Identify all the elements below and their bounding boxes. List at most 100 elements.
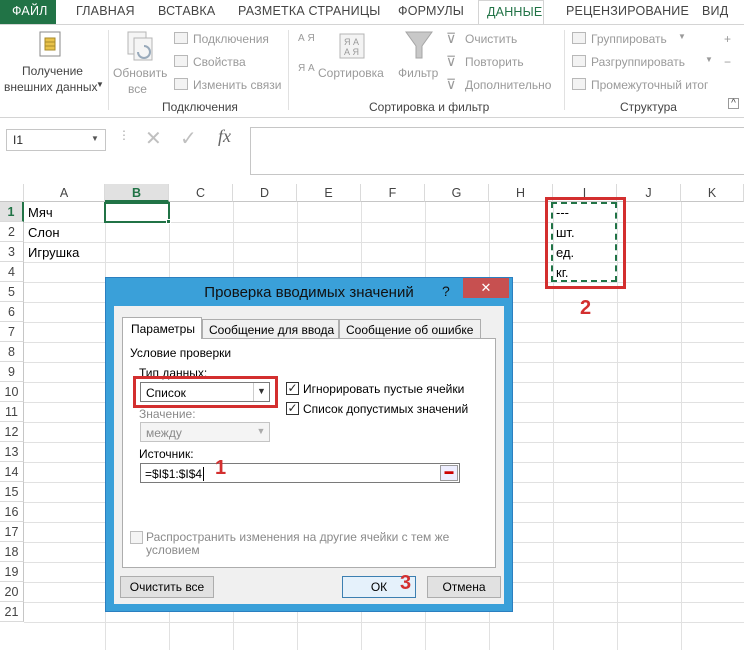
row-header[interactable]: 8 (0, 342, 24, 362)
edit-links-button[interactable]: Изменить связи (193, 78, 281, 92)
separator (564, 30, 565, 110)
value-select[interactable]: между ▼ (140, 422, 270, 442)
group-label-sort-filter: Сортировка и фильтр (369, 100, 490, 114)
filter-button[interactable]: Фильтр (398, 66, 438, 80)
row-header[interactable]: 18 (0, 542, 24, 562)
col-header[interactable]: H (489, 184, 553, 202)
apply-all-checkbox[interactable] (130, 531, 143, 544)
chevron-down-icon: ▼ (256, 426, 266, 436)
row-header[interactable]: 13 (0, 442, 24, 462)
chevron-down-icon: ▼ (705, 55, 713, 64)
connections-button[interactable]: Подключения (193, 32, 269, 46)
source-input-value: =$I$1:$I$4 (145, 467, 203, 481)
grid-line (24, 262, 744, 263)
clear-all-button[interactable]: Очистить все (120, 576, 214, 598)
tab-view[interactable]: ВИД (702, 4, 728, 18)
tab-insert[interactable]: ВСТАВКА (158, 4, 215, 18)
sort-dialog-icon: Я А А Я (339, 33, 365, 59)
insert-function-icon[interactable]: fx (218, 126, 231, 147)
col-header[interactable]: J (617, 184, 681, 202)
group-button[interactable]: Группировать (591, 32, 667, 46)
row-header[interactable]: 11 (0, 402, 24, 422)
close-button[interactable]: ✕ (463, 278, 509, 298)
row-header[interactable]: 12 (0, 422, 24, 442)
col-header[interactable]: A (24, 184, 105, 202)
annotation-3: 3 (400, 572, 412, 594)
select-all-corner[interactable] (0, 184, 24, 202)
row-header[interactable]: 14 (0, 462, 24, 482)
chevron-down-icon: ▼ (96, 80, 104, 89)
properties-button[interactable]: Свойства (193, 55, 246, 69)
tab-settings[interactable]: Параметры (122, 317, 202, 339)
row-header[interactable]: 16 (0, 502, 24, 522)
ungroup-button[interactable]: Разгруппировать (591, 55, 685, 69)
ignore-blank-label: Игнорировать пустые ячейки (303, 382, 465, 396)
edit-links-icon (174, 78, 188, 90)
in-cell-dropdown-label: Список допустимых значений (303, 402, 469, 416)
col-header[interactable]: C (169, 184, 233, 202)
row-header[interactable]: 10 (0, 382, 24, 402)
annotation-2: 2 (580, 297, 592, 319)
clear-button[interactable]: Очистить (465, 32, 517, 46)
row-header[interactable]: 2 (0, 222, 24, 242)
row-header[interactable]: 17 (0, 522, 24, 542)
sort-az-icon[interactable]: А Я (298, 34, 315, 44)
ignore-blank-checkbox[interactable]: ✓ (286, 382, 299, 395)
tab-input-message[interactable]: Сообщение для ввода (202, 319, 339, 339)
cancel-icon[interactable]: ✕ (145, 126, 162, 151)
group-label-outline: Структура (620, 100, 677, 114)
row-header[interactable]: 1 (0, 202, 24, 222)
sort-za-icon[interactable]: Я А (298, 64, 315, 74)
group-label-connections: Подключения (162, 100, 238, 114)
cancel-button[interactable]: Отмена (427, 576, 501, 598)
formula-input[interactable] (250, 127, 744, 175)
row-header[interactable]: 9 (0, 362, 24, 382)
enter-icon[interactable]: ✓ (180, 126, 197, 151)
subtotal-button[interactable]: Промежуточный итог (591, 78, 708, 92)
refresh-all-label2: все (128, 82, 147, 96)
cell-a3[interactable]: Игрушка (28, 245, 79, 260)
fill-handle[interactable] (166, 219, 171, 224)
tab-file[interactable]: ФАЙЛ (0, 0, 56, 24)
cell-a1[interactable]: Мяч (28, 205, 53, 220)
row-header[interactable]: 20 (0, 582, 24, 602)
sort-button[interactable]: Сортировка (318, 66, 384, 80)
properties-icon (174, 55, 188, 67)
row-header[interactable]: 15 (0, 482, 24, 502)
row-header[interactable]: 5 (0, 282, 24, 302)
col-header[interactable]: E (297, 184, 361, 202)
col-header[interactable]: K (681, 184, 744, 202)
tab-review[interactable]: РЕЦЕНЗИРОВАНИЕ (566, 4, 689, 18)
cell-a2[interactable]: Слон (28, 225, 60, 240)
dots-icon: ⋮ (118, 128, 130, 142)
row-header[interactable]: 6 (0, 302, 24, 322)
database-icon (39, 31, 61, 57)
show-detail-icon[interactable]: + (724, 32, 731, 46)
advanced-button[interactable]: Дополнительно (465, 78, 551, 92)
chevron-down-icon[interactable]: ▼ (91, 134, 99, 143)
group-icon (572, 32, 586, 44)
hide-detail-icon[interactable]: − (724, 55, 731, 69)
in-cell-dropdown-checkbox[interactable]: ✓ (286, 402, 299, 415)
selected-cell-b1[interactable] (104, 202, 170, 223)
col-header[interactable]: F (361, 184, 425, 202)
row-header[interactable]: 19 (0, 562, 24, 582)
tab-formulas[interactable]: ФОРМУЛЫ (398, 4, 464, 18)
help-button[interactable]: ? (442, 283, 450, 299)
tab-home[interactable]: ГЛАВНАЯ (76, 4, 135, 18)
row-header[interactable]: 4 (0, 262, 24, 282)
row-header[interactable]: 21 (0, 602, 24, 622)
tab-error-alert[interactable]: Сообщение об ошибке (339, 319, 481, 339)
source-input[interactable]: =$I$1:$I$4 ▬ (140, 463, 460, 483)
col-header[interactable]: D (233, 184, 297, 202)
reapply-button[interactable]: Повторить (465, 55, 524, 69)
collapse-dialog-icon[interactable]: ▬ (440, 465, 458, 481)
collapse-ribbon-icon[interactable]: ^ (728, 98, 739, 109)
clear-filter-icon: ⊽ (446, 30, 457, 46)
row-header[interactable]: 3 (0, 242, 24, 262)
col-header[interactable]: B (105, 184, 169, 202)
col-header[interactable]: G (425, 184, 489, 202)
row-header[interactable]: 7 (0, 322, 24, 342)
separator (288, 30, 289, 110)
tab-page-layout[interactable]: РАЗМЕТКА СТРАНИЦЫ (238, 4, 381, 18)
